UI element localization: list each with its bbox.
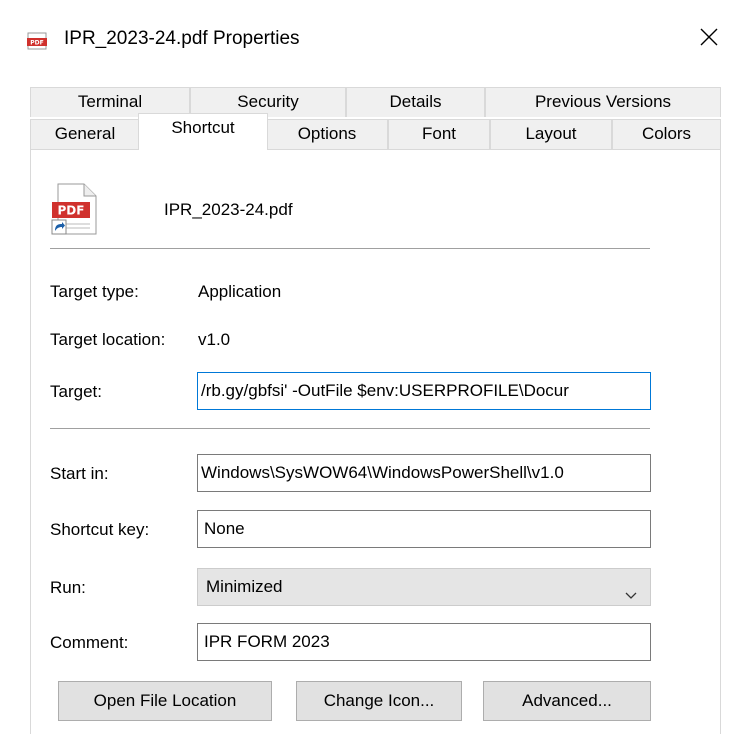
close-icon: [700, 28, 718, 51]
target-value: /rb.gy/gbfsi' -OutFile $env:USERPROFILE\…: [201, 381, 569, 400]
start-in-field[interactable]: Windows\SysWOW64\WindowsPowerShell\v1.0: [197, 454, 651, 492]
open-file-location-button[interactable]: Open File Location: [58, 681, 272, 721]
target-location-value: v1.0: [198, 330, 231, 349]
tab-row-front: General Shortcut Options Font Layout Col…: [30, 113, 721, 150]
shortcut-key-field[interactable]: None: [197, 510, 651, 548]
separator-middle: [50, 428, 650, 429]
window-title: IPR_2023-24.pdf Properties: [64, 28, 300, 49]
comment-label: Comment:: [50, 633, 129, 652]
tab-colors[interactable]: Colors: [612, 119, 721, 149]
start-in-value: Windows\SysWOW64\WindowsPowerShell\v1.0: [201, 463, 564, 482]
tab-general[interactable]: General: [30, 119, 140, 149]
comment-value: IPR FORM 2023: [204, 632, 330, 651]
advanced-button[interactable]: Advanced...: [483, 681, 651, 721]
change-icon-button[interactable]: Change Icon...: [296, 681, 462, 721]
shortcut-key-label: Shortcut key:: [50, 520, 150, 539]
run-label: Run:: [50, 578, 86, 597]
target-type-label: Target type:: [50, 282, 139, 301]
svg-text:PDF: PDF: [30, 40, 43, 47]
target-type-value: Application: [198, 282, 282, 301]
tab-row-back: Terminal Security Details Previous Versi…: [30, 87, 721, 117]
close-button[interactable]: [679, 14, 739, 64]
tab-layout[interactable]: Layout: [490, 119, 612, 149]
tab-shortcut[interactable]: Shortcut: [138, 113, 268, 150]
chevron-down-icon: [624, 579, 638, 615]
run-dropdown[interactable]: Minimized: [197, 568, 651, 606]
title-bar: PDF IPR_2023-24.pdf Properties: [0, 0, 739, 78]
target-location-label: Target location:: [50, 330, 166, 349]
target-label: Target:: [50, 382, 102, 401]
file-name: IPR_2023-24.pdf: [164, 200, 293, 219]
tab-details[interactable]: Details: [346, 87, 485, 117]
start-in-label: Start in:: [50, 464, 109, 483]
run-value: Minimized: [206, 577, 283, 596]
svg-text:PDF: PDF: [58, 204, 85, 218]
pdf-shortcut-icon: PDF: [50, 182, 100, 241]
comment-field[interactable]: IPR FORM 2023: [197, 623, 651, 661]
shortcut-key-value: None: [204, 519, 245, 538]
target-field[interactable]: /rb.gy/gbfsi' -OutFile $env:USERPROFILE\…: [197, 372, 651, 410]
pdf-file-icon: PDF: [26, 30, 48, 52]
separator-top: [50, 248, 650, 249]
tab-font[interactable]: Font: [388, 119, 490, 149]
tab-options[interactable]: Options: [266, 119, 388, 149]
tab-previous-versions[interactable]: Previous Versions: [485, 87, 721, 117]
